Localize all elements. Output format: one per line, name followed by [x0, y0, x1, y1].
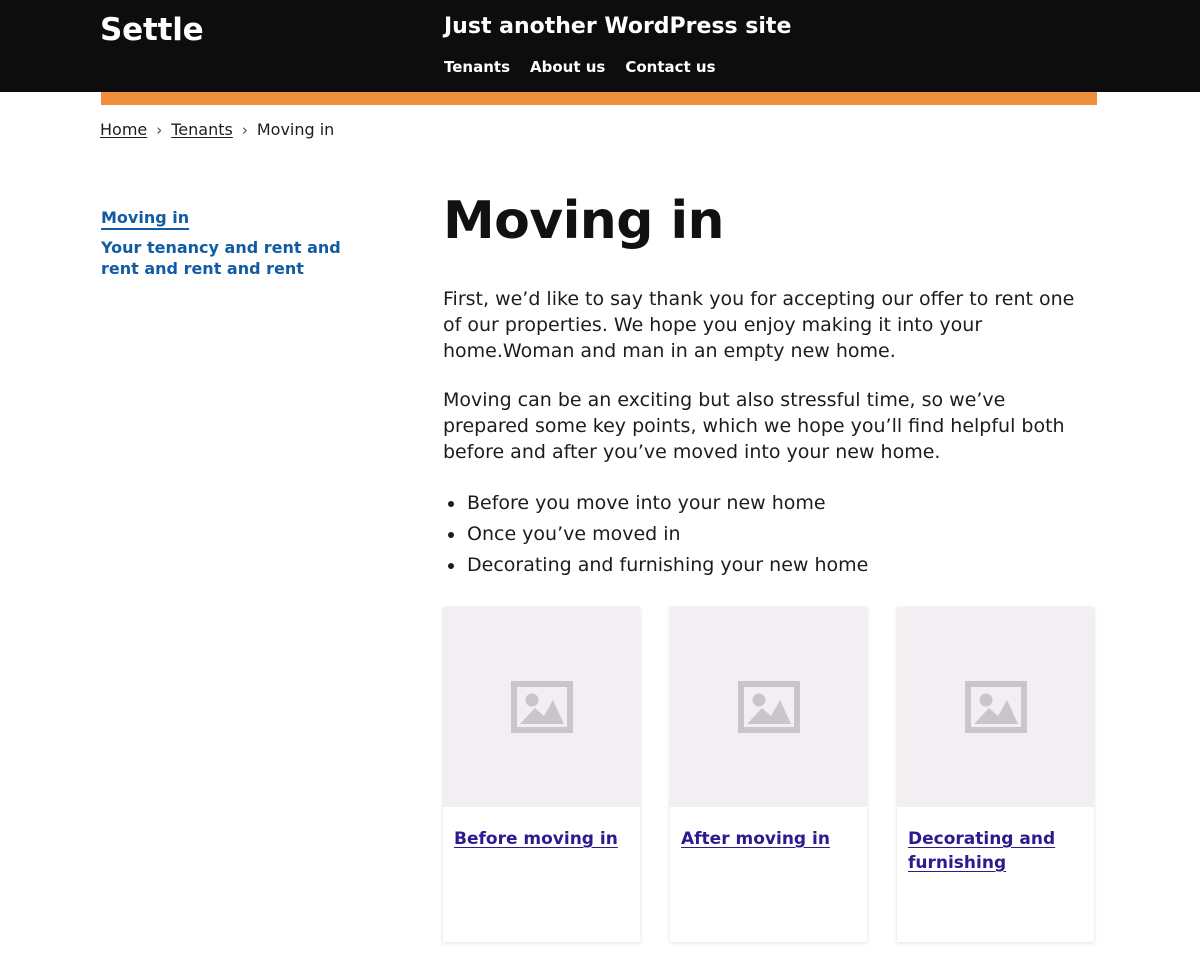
image-placeholder-icon — [737, 681, 800, 733]
breadcrumb-item-home[interactable]: Home — [100, 119, 147, 141]
card-before-moving-in[interactable]: Before moving in — [443, 607, 640, 942]
card-after-moving-in[interactable]: After moving in — [670, 607, 867, 942]
image-placeholder-icon — [964, 681, 1027, 733]
breadcrumb-separator-icon: › — [241, 121, 248, 139]
card-link-after-moving-in[interactable]: After moving in — [681, 829, 830, 849]
image-placeholder-icon — [510, 681, 573, 733]
list-item: Decorating and furnishing your new home — [443, 550, 1098, 581]
card-link-before-moving-in[interactable]: Before moving in — [454, 829, 618, 849]
intro-paragraph-2: Moving can be an exciting but also stres… — [443, 389, 1065, 463]
sidebar: Moving in Your tenancy and rent and rent… — [101, 207, 391, 288]
nav-item-tenants[interactable]: Tenants — [444, 57, 510, 77]
list-item: Once you’ve moved in — [443, 519, 1098, 550]
sidebar-item-moving-in[interactable]: Moving in — [101, 207, 391, 228]
site-logo[interactable]: Settle — [100, 11, 204, 49]
card-image-area — [897, 607, 1094, 807]
card-body: Before moving in — [443, 807, 640, 942]
related-cards: Before moving in After moving in Decorat… — [443, 607, 1094, 942]
card-body: Decorating and furnishing — [897, 807, 1094, 942]
primary-navigation: Tenants About us Contact us — [444, 57, 716, 77]
card-image-area — [670, 607, 867, 807]
list-item: Before you move into your new home — [443, 488, 1098, 519]
page-root: Settle Just another WordPress site Tenan… — [0, 0, 1200, 980]
intro-paragraph-1: First, we’d like to say thank you for ac… — [443, 288, 1075, 362]
card-image-area — [443, 607, 640, 807]
accent-bar — [101, 92, 1097, 105]
site-header: Settle Just another WordPress site Tenan… — [0, 0, 1200, 92]
card-decorating-and-furnishing[interactable]: Decorating and furnishing — [897, 607, 1094, 942]
sidebar-item-your-tenancy-and-rent[interactable]: Your tenancy and rent and rent and rent … — [101, 237, 369, 279]
breadcrumb-separator-icon: › — [156, 121, 163, 139]
page-title: Moving in — [443, 191, 725, 251]
card-link-decorating-and-furnishing[interactable]: Decorating and furnishing — [908, 829, 1055, 873]
breadcrumb-item-tenants[interactable]: Tenants — [171, 119, 233, 141]
main-content: Moving in First, we’d like to say thank … — [443, 190, 1098, 581]
card-body: After moving in — [670, 807, 867, 942]
key-points-list: Before you move into your new home Once … — [443, 488, 1098, 581]
breadcrumb-item-current: Moving in — [256, 120, 335, 139]
site-tagline: Just another WordPress site — [444, 14, 792, 39]
nav-item-about-us[interactable]: About us — [530, 57, 605, 77]
breadcrumb: Home › Tenants › Moving in — [100, 119, 334, 141]
nav-item-contact-us[interactable]: Contact us — [625, 57, 715, 77]
